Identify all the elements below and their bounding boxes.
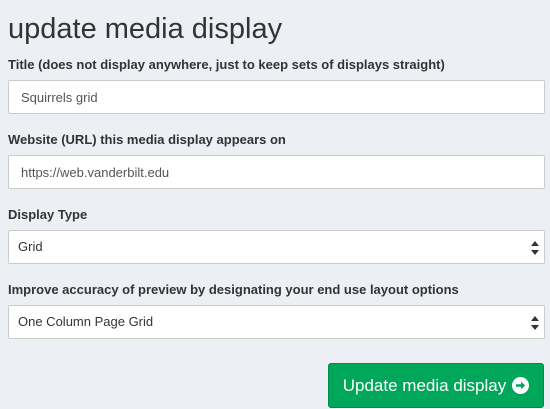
update-media-display-button[interactable]: Update media display	[328, 363, 544, 408]
display-type-select[interactable]: Grid	[8, 230, 545, 264]
select-arrows-icon	[531, 316, 539, 330]
layout-field-group: Improve accuracy of preview by designati…	[8, 282, 545, 339]
title-field-group: Title (does not display anywhere, just t…	[8, 57, 545, 114]
select-arrows-icon	[531, 241, 539, 255]
layout-select[interactable]: One Column Page Grid	[8, 305, 545, 339]
display-type-field-group: Display Type Grid	[8, 207, 545, 264]
arrow-circle-right-icon	[512, 377, 530, 394]
website-input[interactable]	[8, 155, 545, 189]
update-media-display-page: update media display Title (does not dis…	[0, 11, 550, 409]
title-label: Title (does not display anywhere, just t…	[8, 57, 445, 72]
layout-label: Improve accuracy of preview by designati…	[8, 282, 459, 297]
display-type-selected-value: Grid	[18, 239, 43, 254]
page-title: update media display	[8, 13, 283, 45]
layout-selected-value: One Column Page Grid	[18, 314, 154, 329]
website-label: Website (URL) this media display appears…	[8, 132, 286, 147]
website-field-group: Website (URL) this media display appears…	[8, 132, 545, 189]
title-input[interactable]	[8, 80, 545, 114]
display-type-label: Display Type	[8, 207, 88, 222]
update-button-label: Update media display	[342, 375, 507, 395]
